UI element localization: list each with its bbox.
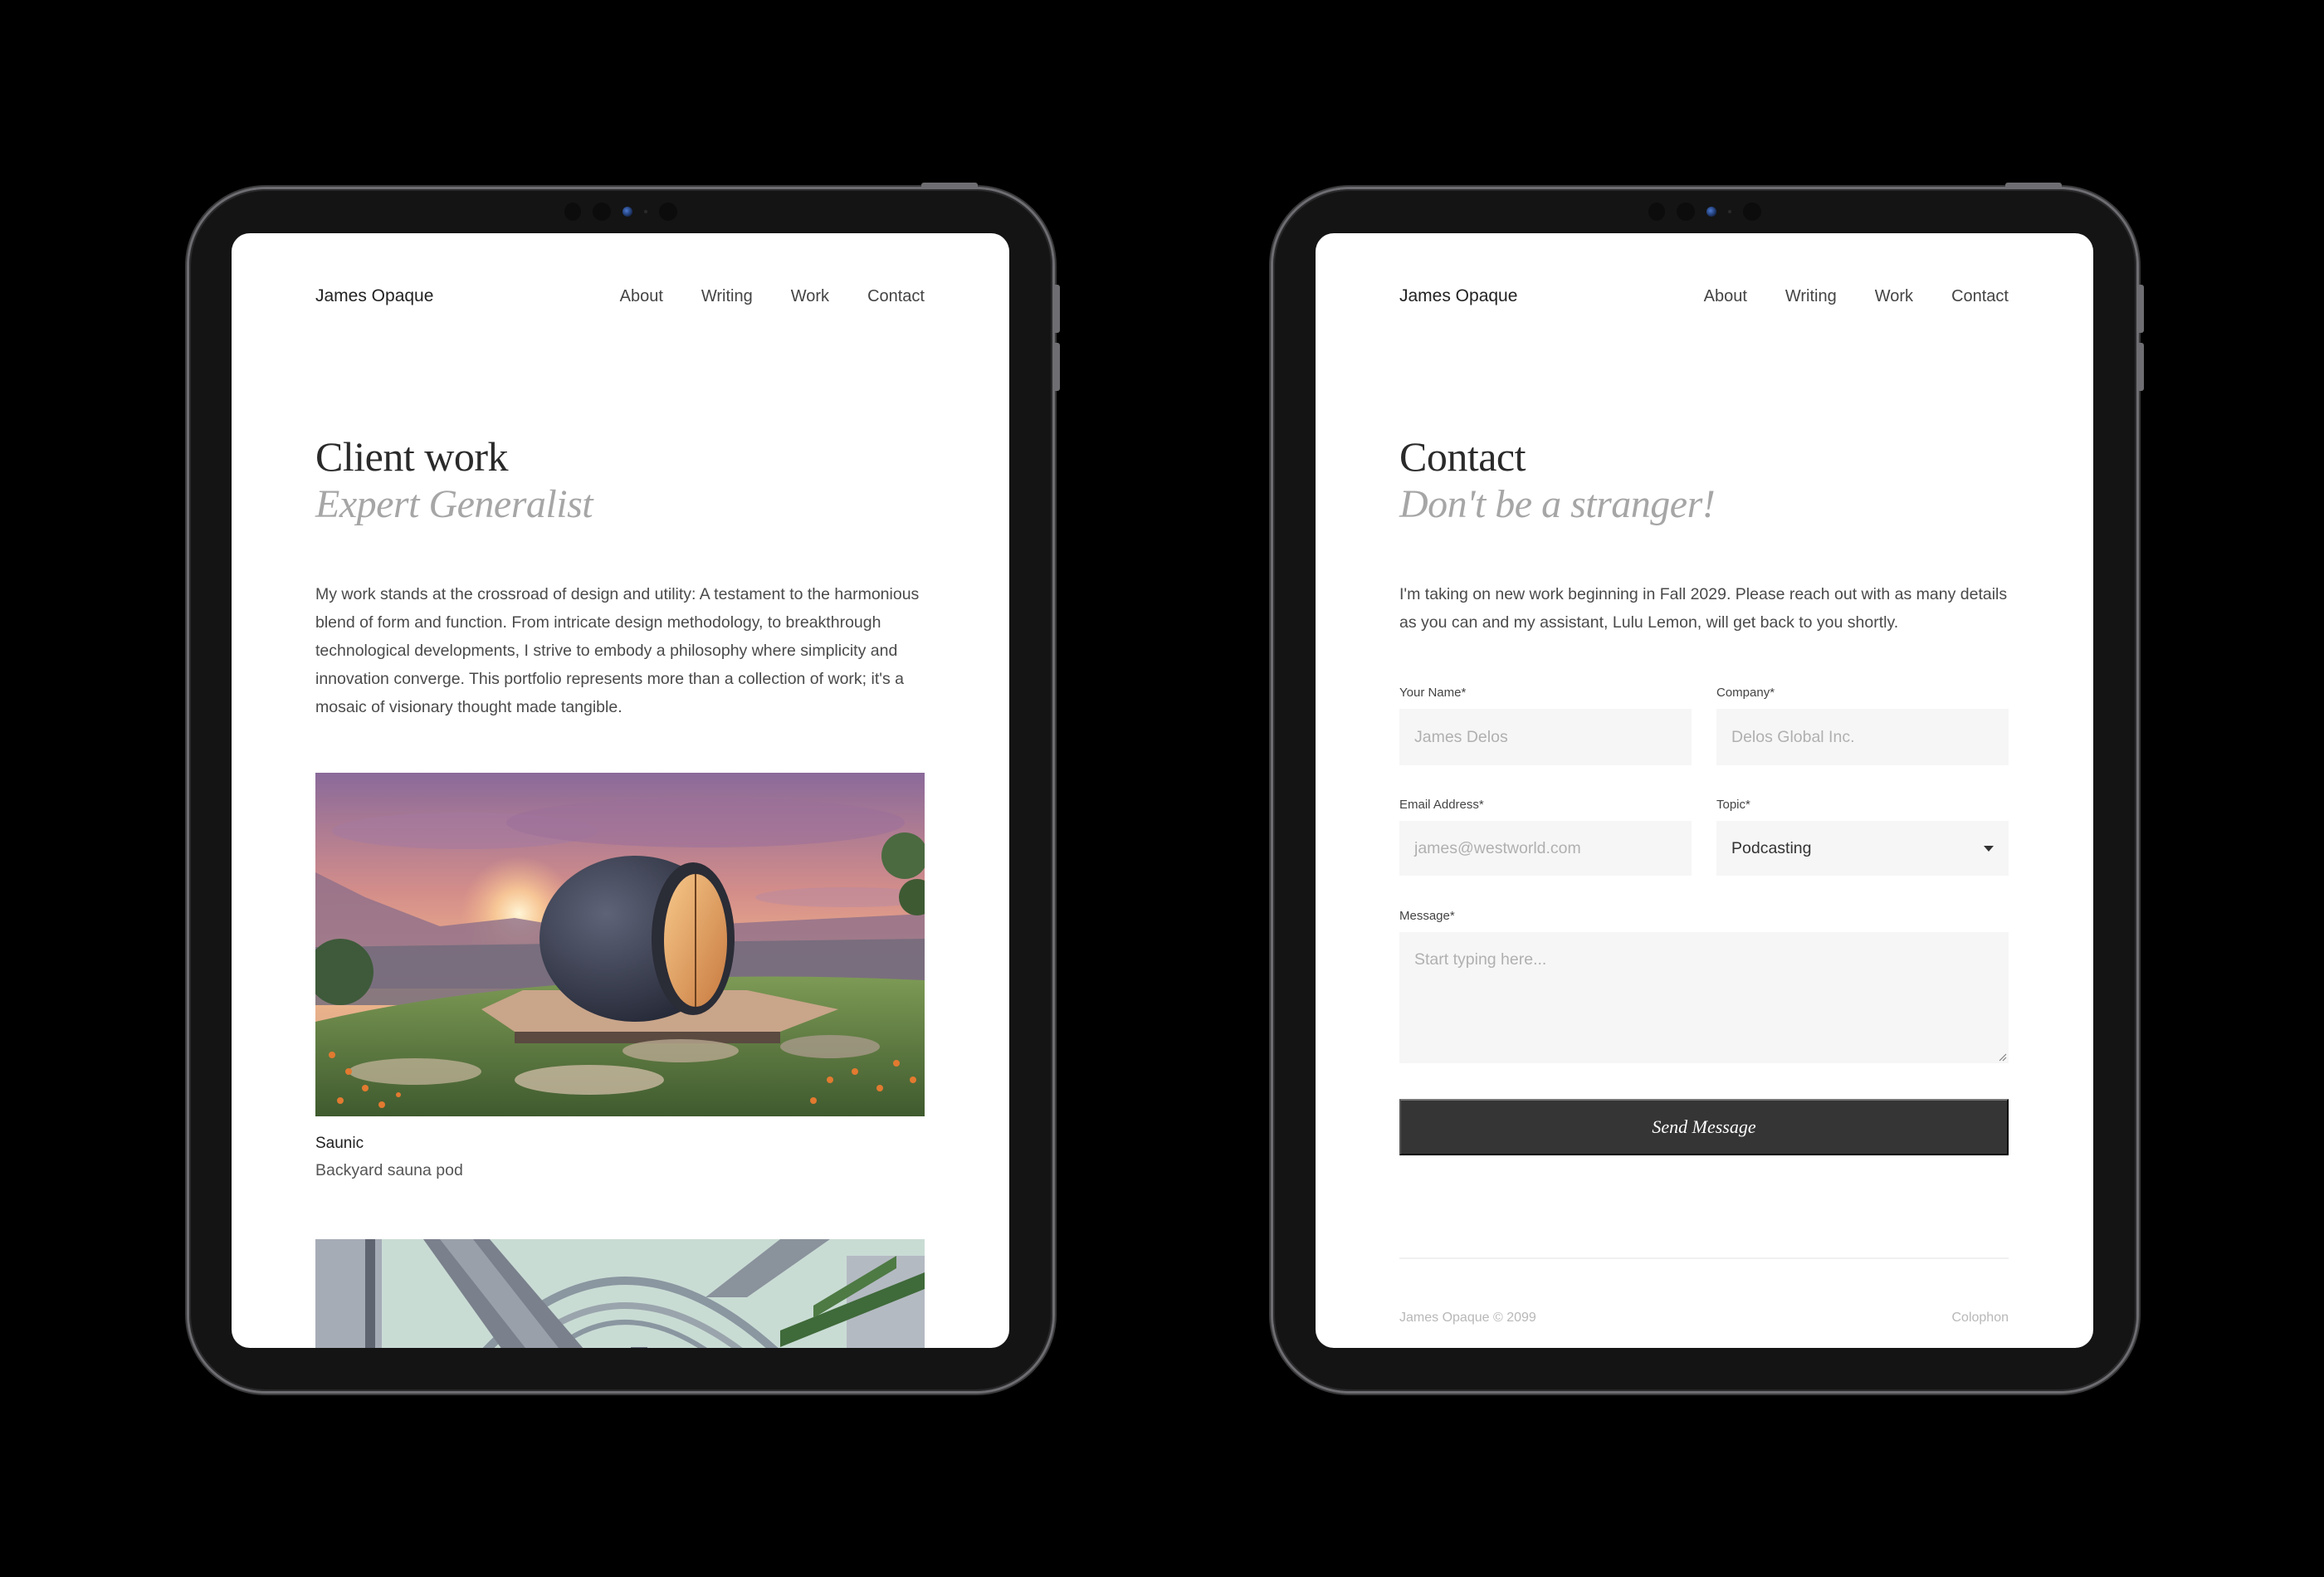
resize-handle-icon[interactable] xyxy=(1999,1053,2007,1062)
nav-writing[interactable]: Writing xyxy=(701,287,753,306)
greenhouse-illustration xyxy=(315,1239,925,1348)
sensor-icon xyxy=(659,203,677,221)
top-nav: James Opaque About Writing Work Contact xyxy=(315,286,925,306)
screen: James Opaque About Writing Work Contact … xyxy=(1316,233,2093,1348)
sauna-pod-illustration xyxy=(315,773,925,1116)
name-placeholder: James Delos xyxy=(1414,727,1508,746)
camera-array xyxy=(1648,199,1761,224)
name-label: Your Name* xyxy=(1399,686,1467,700)
nav-contact[interactable]: Contact xyxy=(1951,287,2009,306)
sensor-icon xyxy=(1648,203,1665,221)
nav-links: About Writing Work Contact xyxy=(1704,287,2009,306)
page-subtitle: Expert Generalist xyxy=(315,482,593,526)
nav-work[interactable]: Work xyxy=(1875,287,1913,306)
power-button xyxy=(2005,183,2062,188)
intro-paragraph: My work stands at the crossroad of desig… xyxy=(315,585,920,716)
project-description: Backyard sauna pod xyxy=(315,1161,463,1179)
tablet-contact-page: James Opaque About Writing Work Contact … xyxy=(1273,183,2144,1391)
volume-down-button xyxy=(2139,343,2144,391)
sensor-icon xyxy=(1743,203,1761,221)
nav-links: About Writing Work Contact xyxy=(620,287,925,306)
name-input[interactable]: James Delos xyxy=(1399,709,1692,765)
page-title: Contact xyxy=(1399,433,1526,480)
indicator-dot-icon xyxy=(644,210,647,213)
message-textarea[interactable]: Start typing here... xyxy=(1399,932,2009,1063)
sensor-icon xyxy=(1677,203,1695,221)
camera-lens-icon xyxy=(1706,207,1716,217)
company-placeholder: Delos Global Inc. xyxy=(1731,727,1855,746)
caret-down-icon xyxy=(1984,845,1994,852)
company-input[interactable]: Delos Global Inc. xyxy=(1716,709,2009,765)
footer-copyright: James Opaque © 2099 xyxy=(1399,1311,1536,1325)
nav-contact[interactable]: Contact xyxy=(867,287,925,306)
volume-up-button xyxy=(2139,285,2144,333)
company-label: Company* xyxy=(1716,686,1775,700)
volume-down-button xyxy=(1055,343,1060,391)
project-image-saunic[interactable] xyxy=(315,773,925,1116)
nav-work[interactable]: Work xyxy=(791,287,829,306)
nav-writing[interactable]: Writing xyxy=(1785,287,1837,306)
send-message-button[interactable]: Send Message xyxy=(1399,1099,2009,1155)
sensor-icon xyxy=(564,203,581,221)
page-subtitle: Don't be a stranger! xyxy=(1399,482,1716,526)
indicator-dot-icon xyxy=(1728,210,1731,213)
email-label: Email Address* xyxy=(1399,798,1484,812)
message-label: Message* xyxy=(1399,909,1455,923)
nav-about[interactable]: About xyxy=(620,287,663,306)
tablet-work-page: James Opaque About Writing Work Contact … xyxy=(189,183,1060,1391)
email-placeholder: james@westworld.com xyxy=(1414,838,1581,857)
brand-link[interactable]: James Opaque xyxy=(315,286,433,306)
page-title: Client work xyxy=(315,433,508,480)
message-placeholder: Start typing here... xyxy=(1414,950,1547,969)
sensor-icon xyxy=(593,203,611,221)
camera-array xyxy=(564,199,677,224)
camera-lens-icon xyxy=(622,207,632,217)
project-name[interactable]: Saunic xyxy=(315,1135,364,1153)
footer-colophon-link[interactable]: Colophon xyxy=(1952,1311,2009,1326)
email-input[interactable]: james@westworld.com xyxy=(1399,821,1692,876)
footer-divider xyxy=(1399,1257,2009,1259)
brand-link[interactable]: James Opaque xyxy=(1399,286,1517,306)
screen: James Opaque About Writing Work Contact … xyxy=(232,233,1009,1348)
project-image-greenhouse[interactable] xyxy=(315,1239,925,1348)
power-button xyxy=(921,183,978,188)
top-nav: James Opaque About Writing Work Contact xyxy=(1399,286,2009,306)
nav-about[interactable]: About xyxy=(1704,287,1747,306)
topic-label: Topic* xyxy=(1716,798,1750,812)
volume-up-button xyxy=(1055,285,1060,333)
intro-paragraph: I'm taking on new work beginning in Fall… xyxy=(1399,585,2008,632)
topic-value: Podcasting xyxy=(1731,838,1812,857)
topic-select[interactable]: Podcasting xyxy=(1716,821,2009,876)
